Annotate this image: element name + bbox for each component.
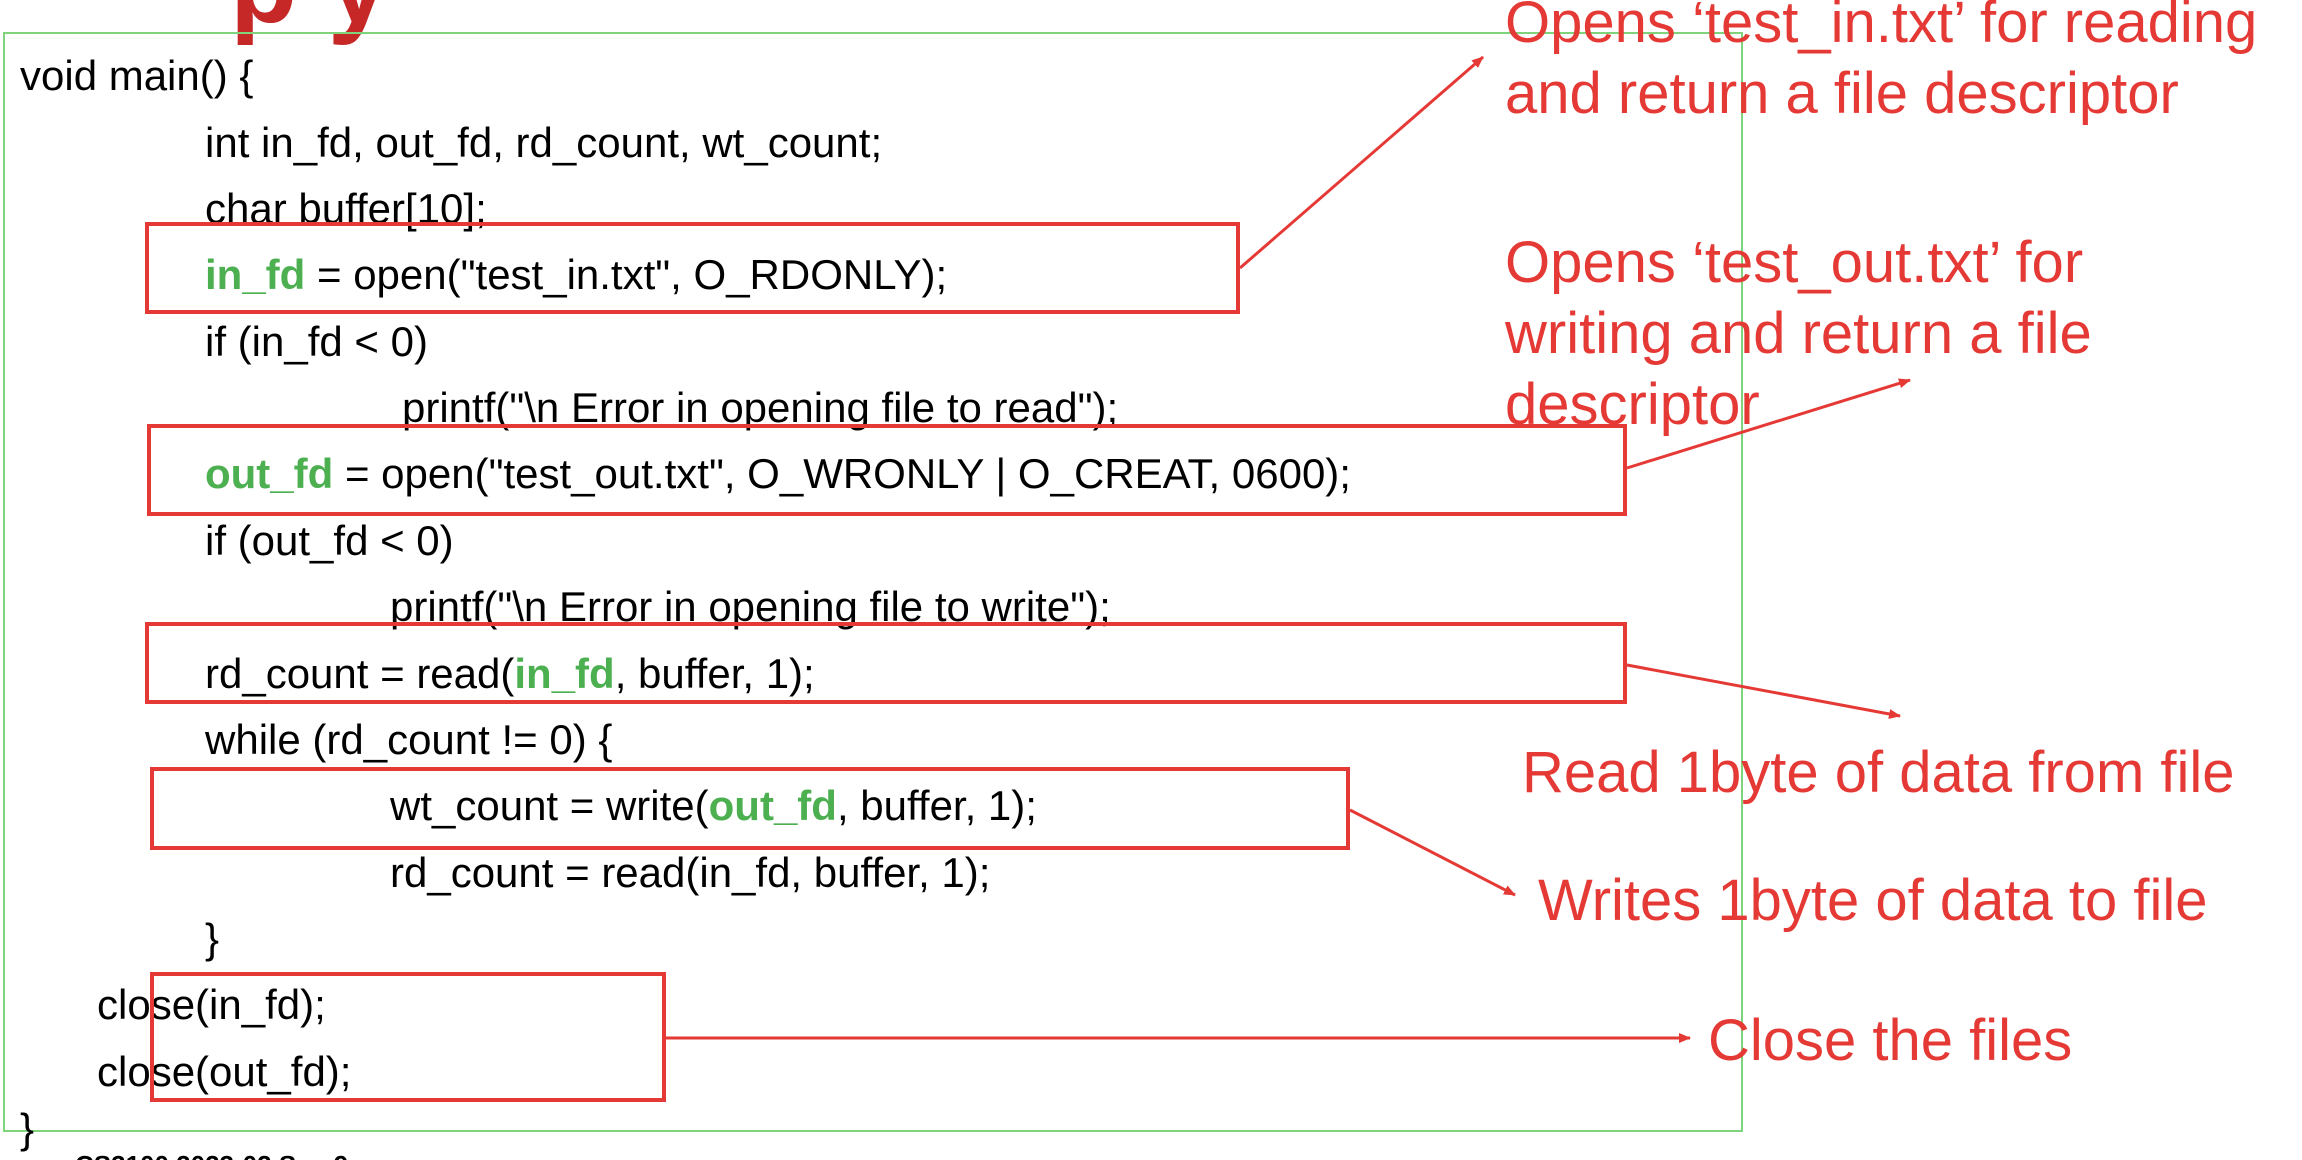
annotation-arrows xyxy=(666,55,1911,1043)
arrow-write xyxy=(1349,808,1516,897)
annotation-open-out-line-2: writing and return a file xyxy=(1505,300,2092,366)
slide: p y void main() { int in_fd, out_fd, rd_… xyxy=(0,0,2302,1160)
annotation-open-out-line-1: Opens ‘test_out.txt’ for xyxy=(1505,230,2084,295)
annotation-open-out: Opens ‘test_out.txt’ for writing and ret… xyxy=(1505,228,2092,440)
annotation-close: Close the files xyxy=(1708,1008,2073,1073)
annotation-open-in-line-1: Opens ‘test_in.txt’ for reading xyxy=(1505,0,2258,55)
annotation-open-in: Opens ‘test_in.txt’ for reading and retu… xyxy=(1505,0,2257,130)
arrow-open-in xyxy=(1239,55,1484,270)
annotation-open-in-line-2: and return a file descriptor xyxy=(1505,60,2179,126)
annotation-read: Read 1byte of data from file xyxy=(1522,740,2235,805)
annotation-write: Writes 1byte of data to file xyxy=(1538,868,2208,933)
slide-footer: CS3100 2023-02 Sep 9 xyxy=(75,1150,348,1160)
arrow-read xyxy=(1626,663,1901,719)
annotation-open-out-line-3: descriptor xyxy=(1505,371,1760,437)
